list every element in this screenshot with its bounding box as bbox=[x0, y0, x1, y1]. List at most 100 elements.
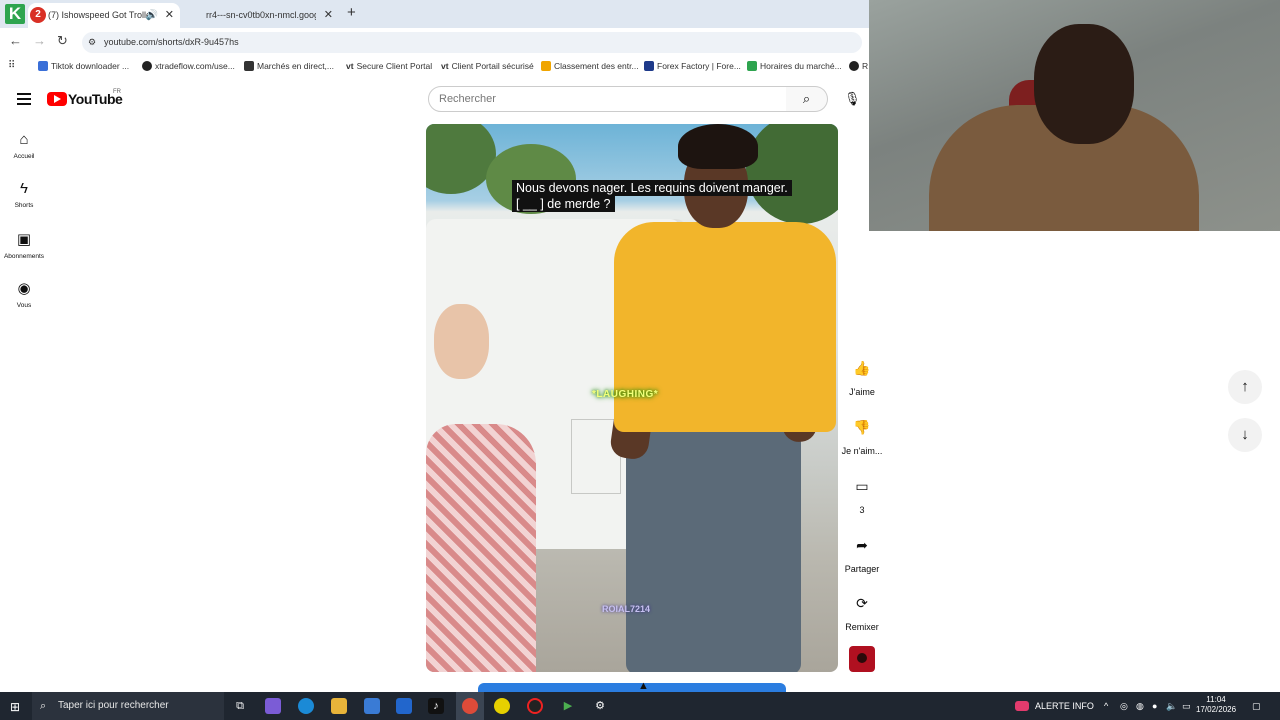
reload-icon[interactable]: ↻ bbox=[57, 33, 68, 49]
notifications-icon[interactable]: ▢ bbox=[1252, 692, 1261, 720]
account-icon: ◉ bbox=[17, 280, 31, 297]
streamer-head bbox=[1034, 24, 1134, 144]
nav-shorts[interactable]: ϟ Shorts bbox=[0, 180, 48, 209]
bookmark-item[interactable]: xtradeflow.com/use... bbox=[142, 61, 235, 71]
windows-taskbar: ⊞ ⌕ Taper ici pour rechercher ⧉ ♪ ▶ ⚙ AL… bbox=[0, 692, 1280, 720]
tray-app-icon[interactable]: ◎ bbox=[1120, 692, 1128, 720]
back-icon[interactable]: ← bbox=[9, 33, 22, 48]
bookmark-item[interactable]: Forex Factory | Fore... bbox=[644, 61, 741, 71]
youtube-logo-icon[interactable] bbox=[47, 92, 67, 106]
nav-shorts-label: Shorts bbox=[14, 202, 34, 209]
mail-icon[interactable] bbox=[396, 698, 412, 714]
system-clock[interactable]: 11:04 17/02/2026 bbox=[1196, 695, 1236, 715]
apps-grid-icon[interactable]: ⠿ bbox=[8, 60, 15, 71]
thumbs-up-icon: 👍 bbox=[853, 360, 871, 376]
like-button[interactable]: 👍 J'aime bbox=[840, 353, 884, 397]
snapchat-icon[interactable] bbox=[494, 698, 510, 714]
tree-foliage bbox=[746, 124, 838, 224]
tab-inactive[interactable]: rr4---sn-cv0tb0xn-nmcl.google ✕ bbox=[184, 3, 339, 28]
tab-active[interactable]: 2 (7) Ishowspeed Got Trolled 🔊 ✕ bbox=[28, 3, 180, 28]
store-icon[interactable] bbox=[364, 698, 380, 714]
browser-tab-bar: K 2 (7) Ishowspeed Got Trolled 🔊 ✕ rr4--… bbox=[0, 0, 869, 28]
video-caption: *LAUGHING* bbox=[592, 389, 659, 400]
dislike-button[interactable]: 👎 Je n'aim... bbox=[840, 412, 884, 456]
shorts-video-player[interactable]: Nous devons nager. Les requins doivent m… bbox=[426, 124, 838, 672]
bookmark-item[interactable]: Tiktok downloader ... bbox=[38, 61, 129, 71]
close-tab-icon[interactable]: ✕ bbox=[324, 5, 333, 26]
search-icon: ⌕ bbox=[802, 91, 811, 106]
share-label: Partager bbox=[844, 564, 880, 574]
next-short-button[interactable]: ↓ bbox=[1228, 418, 1262, 452]
thumbs-down-icon: 👎 bbox=[853, 419, 871, 435]
bookmark-item[interactable]: Classement des entr... bbox=[541, 61, 639, 71]
windows-start-icon[interactable]: ⊞ bbox=[10, 700, 20, 714]
obs-icon[interactable] bbox=[527, 698, 543, 714]
tray-chevron-icon[interactable]: ^ bbox=[1104, 692, 1108, 720]
subtitle-line: Nous devons nager. Les requins doivent m… bbox=[512, 180, 792, 196]
news-icon[interactable] bbox=[1015, 701, 1029, 711]
tiktok-icon[interactable]: ♪ bbox=[428, 698, 444, 714]
webcam-overlay bbox=[869, 0, 1280, 231]
subtitle-line: [ __ ] de merde ? bbox=[512, 196, 615, 212]
elderly-man-shirt bbox=[426, 424, 536, 672]
nav-subscriptions-label: Abonnements bbox=[3, 253, 45, 260]
clock-time: 11:04 bbox=[1206, 695, 1226, 704]
nav-home[interactable]: ⌂ Accueil bbox=[0, 131, 48, 160]
elderly-man-head bbox=[434, 304, 489, 379]
previous-short-button[interactable]: ↑ bbox=[1228, 370, 1262, 404]
bookmark-item[interactable]: vt Secure Client Portal bbox=[346, 61, 432, 71]
bookmark-item[interactable]: Horaires du marché... bbox=[747, 61, 842, 71]
settings-icon[interactable]: ⚙ bbox=[592, 698, 608, 714]
comments-button[interactable]: ▭ 3 bbox=[840, 471, 884, 515]
mouse-cursor-icon: ▲ bbox=[638, 680, 649, 692]
url-field[interactable]: ⚙ youtube.com/shorts/dxR-9u457hs bbox=[82, 32, 862, 53]
bookmarks-bar: ⠿ Tiktok downloader ... xtradeflow.com/u… bbox=[0, 56, 869, 78]
volume-icon[interactable]: 🔈 bbox=[1166, 692, 1177, 720]
search-icon: ⌕ bbox=[40, 700, 47, 712]
remix-icon: ⟳ bbox=[856, 595, 868, 611]
kaspersky-extension-icon[interactable]: K bbox=[5, 4, 25, 24]
comment-icon: ▭ bbox=[855, 478, 869, 494]
play-app-icon[interactable]: ▶ bbox=[560, 698, 576, 714]
file-explorer-icon[interactable] bbox=[331, 698, 347, 714]
microphone-icon[interactable]: 🎙 bbox=[844, 91, 861, 107]
tab-title: rr4---sn-cv0tb0xn-nmcl.google bbox=[206, 10, 316, 20]
edge-icon[interactable] bbox=[298, 698, 314, 714]
forward-icon[interactable]: → bbox=[33, 33, 46, 48]
bookmark-item[interactable]: vt Client Portail sécurisé bbox=[441, 61, 534, 71]
tab-title: (7) Ishowspeed Got Trolled bbox=[48, 10, 148, 20]
remix-button[interactable]: ⟳ Remixer bbox=[840, 588, 884, 632]
clock-date: 17/02/2026 bbox=[1196, 705, 1237, 714]
share-button[interactable]: ➦ Partager bbox=[840, 530, 884, 574]
search-input[interactable]: Rechercher bbox=[428, 86, 787, 112]
close-tab-icon[interactable]: ✕ bbox=[165, 5, 174, 26]
person-yellow-shirt bbox=[614, 222, 836, 432]
taskbar-search-placeholder: Taper ici pour rechercher bbox=[58, 700, 169, 711]
nav-you-label: Vous bbox=[16, 302, 32, 309]
video-watermark: ROIAL7214 bbox=[602, 604, 651, 614]
copilot-icon[interactable] bbox=[265, 698, 281, 714]
channel-avatar[interactable] bbox=[849, 646, 875, 672]
site-info-icon[interactable]: ⚙ bbox=[88, 32, 96, 53]
shorts-icon: ϟ bbox=[20, 180, 28, 197]
task-view-icon[interactable]: ⧉ bbox=[232, 698, 248, 714]
nav-subscriptions[interactable]: ▣ Abonnements bbox=[0, 230, 48, 260]
person-legs bbox=[626, 424, 801, 672]
network-icon[interactable]: ▭ bbox=[1182, 692, 1191, 720]
microphone-icon[interactable]: ● bbox=[1152, 692, 1157, 720]
remix-label: Remixer bbox=[845, 622, 879, 632]
search-button[interactable]: ⌕ bbox=[786, 86, 828, 112]
chrome-icon[interactable] bbox=[462, 698, 478, 714]
tray-app-icon[interactable]: ◍ bbox=[1136, 692, 1144, 720]
bookmark-item[interactable]: R bbox=[849, 61, 868, 71]
nav-you[interactable]: ◉ Vous bbox=[0, 279, 48, 309]
taskbar-search-input[interactable]: ⌕ Taper ici pour rechercher bbox=[32, 692, 224, 720]
subscriptions-icon: ▣ bbox=[16, 231, 32, 248]
url-text: youtube.com/shorts/dxR-9u457hs bbox=[104, 37, 239, 47]
home-icon: ⌂ bbox=[19, 131, 29, 148]
bookmark-item[interactable]: Marchés en direct,... bbox=[244, 61, 334, 71]
menu-icon[interactable] bbox=[17, 93, 31, 105]
speaker-icon[interactable]: 🔊 bbox=[146, 5, 158, 26]
news-ticker[interactable]: ALERTE INFO bbox=[1035, 692, 1094, 720]
new-tab-icon[interactable]: + bbox=[347, 4, 356, 21]
